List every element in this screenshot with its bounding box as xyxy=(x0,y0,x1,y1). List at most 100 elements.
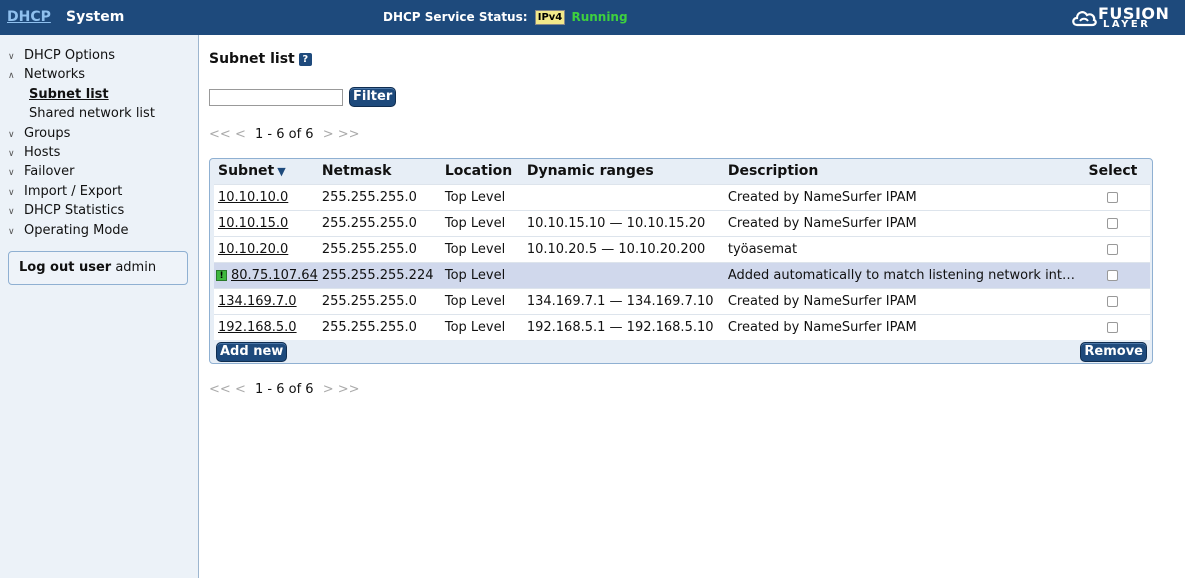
description-cell: Created by NameSurfer IPAM xyxy=(723,287,1076,314)
dynamic-range-cell: 134.169.7.1 — 134.169.7.10 xyxy=(522,287,724,314)
warning-icon: ! xyxy=(216,269,227,281)
pager-range: 1 - 6 of 6 xyxy=(254,382,314,397)
column-header-netmask[interactable]: Netmask xyxy=(318,159,441,184)
remove-button[interactable]: Remove xyxy=(1080,342,1147,362)
pager-last[interactable]: >> xyxy=(338,127,360,142)
subnet-table-container: Subnet ▼ Netmask Location Dynamic ranges … xyxy=(209,158,1153,364)
pager-next[interactable]: > xyxy=(323,127,334,142)
column-header-description[interactable]: Description xyxy=(724,159,1076,184)
pager-top: << < 1 - 6 of 6 > >> xyxy=(209,127,360,142)
netmask-cell: 255.255.255.224 xyxy=(317,261,441,288)
description-cell: Added automatically to match listening n… xyxy=(723,261,1076,288)
location-cell: Top Level xyxy=(440,261,523,288)
table-row: 10.10.20.0 255.255.255.0 Top Level 10.10… xyxy=(214,235,1150,262)
table-row-highlighted: ! 80.75.107.64 255.255.255.224 Top Level … xyxy=(214,261,1150,288)
table-row: 192.168.5.0 255.255.255.0 Top Level 192.… xyxy=(214,313,1150,340)
sidebar-item-label: DHCP Options xyxy=(24,48,115,63)
sidebar-item-groups[interactable]: ∨ Groups xyxy=(8,124,155,143)
subnet-link[interactable]: 134.169.7.0 xyxy=(218,294,297,309)
location-cell: Top Level xyxy=(440,209,523,236)
pager-prev[interactable]: < xyxy=(235,127,246,142)
fusion-layer-logo: FUSION LAYER xyxy=(1071,4,1169,31)
table-row: 10.10.15.0 255.255.255.0 Top Level 10.10… xyxy=(214,209,1150,236)
service-status-label: DHCP Service Status: xyxy=(383,10,528,24)
sidebar-item-label: Networks xyxy=(24,67,86,83)
table-header-row: Subnet ▼ Netmask Location Dynamic ranges … xyxy=(214,159,1150,184)
select-checkbox[interactable] xyxy=(1107,321,1119,333)
select-checkbox[interactable] xyxy=(1107,217,1119,229)
pager-last[interactable]: >> xyxy=(338,382,360,397)
subnet-link[interactable]: 10.10.10.0 xyxy=(218,190,288,205)
select-checkbox[interactable] xyxy=(1107,191,1119,203)
dynamic-range-cell: 10.10.15.10 — 10.10.15.20 xyxy=(522,209,724,236)
add-new-button[interactable]: Add new xyxy=(216,342,288,362)
help-icon[interactable]: ? xyxy=(298,53,312,66)
pager-next[interactable]: > xyxy=(323,382,334,397)
chevron-down-icon: ∨ xyxy=(8,187,15,198)
column-header-subnet[interactable]: Subnet ▼ xyxy=(214,159,318,184)
filter-input[interactable] xyxy=(209,89,343,106)
dynamic-range-cell: 10.10.20.5 — 10.10.20.200 xyxy=(522,235,724,262)
logout-label: Log out user xyxy=(19,260,112,275)
chevron-down-icon: ∨ xyxy=(8,168,15,179)
sidebar-item-label: Groups xyxy=(24,125,71,141)
select-checkbox[interactable] xyxy=(1107,295,1119,307)
service-status-value: Running xyxy=(571,10,628,24)
sidebar-item-label: Subnet list xyxy=(29,86,109,102)
subnet-table: Subnet ▼ Netmask Location Dynamic ranges … xyxy=(214,159,1150,340)
sort-desc-icon: ▼ xyxy=(277,165,286,179)
chevron-down-icon: ∨ xyxy=(8,148,15,159)
pager-prev[interactable]: < xyxy=(235,382,246,397)
pager-first[interactable]: << xyxy=(209,382,231,397)
sidebar-item-networks[interactable]: ∧ Networks xyxy=(8,65,155,84)
subnet-link[interactable]: 10.10.15.0 xyxy=(218,216,288,231)
dynamic-range-cell xyxy=(522,183,724,210)
sidebar-item-dhcp-options[interactable]: ∨ DHCP Options xyxy=(8,46,155,65)
netmask-cell: 255.255.255.0 xyxy=(317,287,441,314)
sidebar-item-operating-mode[interactable]: ∨ Operating Mode xyxy=(8,221,155,240)
sidebar-item-dhcp-statistics[interactable]: ∨ DHCP Statistics xyxy=(8,201,155,220)
chevron-up-icon: ∧ xyxy=(8,71,15,82)
netmask-cell: 255.255.255.0 xyxy=(317,209,441,236)
logout-button[interactable]: Log out user admin xyxy=(8,251,188,285)
netmask-cell: 255.255.255.0 xyxy=(317,313,441,340)
table-row: 134.169.7.0 255.255.255.0 Top Level 134.… xyxy=(214,287,1150,314)
sidebar-item-label: Hosts xyxy=(24,144,61,160)
column-header-location[interactable]: Location xyxy=(441,159,523,184)
sidebar-item-label: Shared network list xyxy=(29,106,155,122)
cloud-logo-icon xyxy=(1072,11,1097,27)
sidebar-item-failover[interactable]: ∨ Failover xyxy=(8,162,155,181)
filter-button[interactable]: Filter xyxy=(349,87,397,107)
pager-first[interactable]: << xyxy=(209,127,231,142)
column-header-dynamic-ranges: Dynamic ranges xyxy=(526,163,654,180)
subnet-link[interactable]: 80.75.107.64 xyxy=(231,268,318,283)
subnet-link[interactable]: 10.10.20.0 xyxy=(218,242,288,257)
top-bar: DHCP System DHCP Service Status: IPv4 Ru… xyxy=(0,0,1185,35)
table-row: 10.10.10.0 255.255.255.0 Top Level Creat… xyxy=(214,183,1150,210)
chevron-down-icon: ∨ xyxy=(8,207,15,218)
sidebar-item-hosts[interactable]: ∨ Hosts xyxy=(8,143,155,162)
sidebar-item-shared-network-list[interactable]: Shared network list xyxy=(8,104,155,123)
nav-system-link[interactable]: System xyxy=(66,9,124,25)
description-cell: Created by NameSurfer IPAM xyxy=(723,313,1076,340)
sidebar: ∨ DHCP Options ∧ Networks Subnet list Shar… xyxy=(0,35,199,578)
page-title: Subnet list? xyxy=(209,51,312,67)
ipv4-badge: IPv4 xyxy=(534,10,566,25)
logout-username: admin xyxy=(115,260,157,275)
sidebar-item-label: Operating Mode xyxy=(24,222,129,238)
sidebar-item-import-export[interactable]: ∨ Import / Export xyxy=(8,182,155,201)
page-title-text: Subnet list xyxy=(209,51,295,67)
chevron-down-icon: ∨ xyxy=(8,52,15,62)
nav-dhcp-link[interactable]: DHCP xyxy=(7,9,51,25)
select-checkbox[interactable] xyxy=(1107,269,1119,281)
description-cell: Created by NameSurfer IPAM xyxy=(723,183,1076,210)
pager-range: 1 - 6 of 6 xyxy=(254,127,314,142)
subnet-link[interactable]: 192.168.5.0 xyxy=(218,320,297,335)
logo-text-layer: LAYER xyxy=(1103,19,1151,30)
location-cell: Top Level xyxy=(440,235,523,262)
select-checkbox[interactable] xyxy=(1107,243,1119,255)
service-status: DHCP Service Status: IPv4 Running xyxy=(383,10,628,25)
chevron-down-icon: ∨ xyxy=(8,129,15,140)
sidebar-item-subnet-list[interactable]: Subnet list xyxy=(8,85,155,104)
location-cell: Top Level xyxy=(440,313,523,340)
